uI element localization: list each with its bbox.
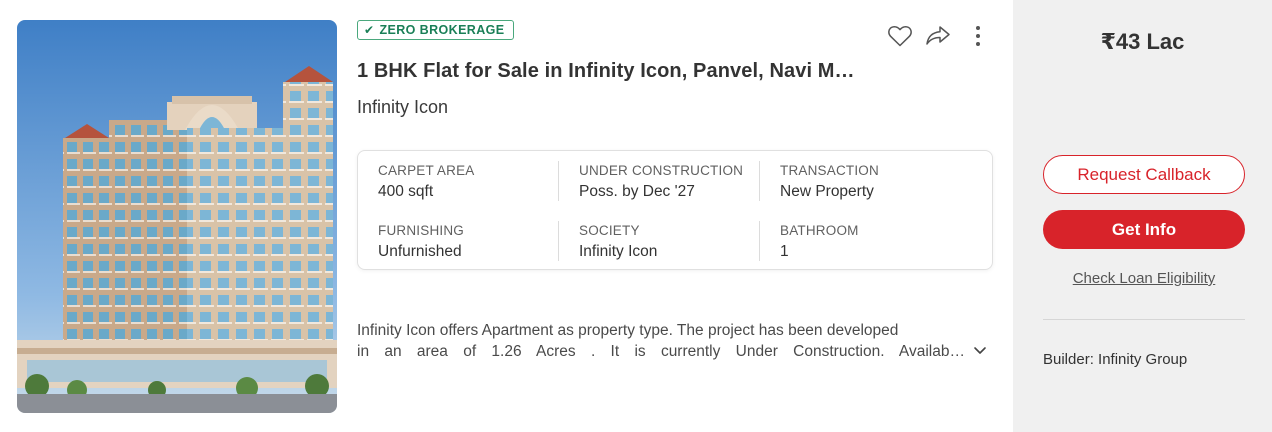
building-illustration	[17, 20, 337, 413]
property-card[interactable]: ✔ ZERO BROKERAGE 1 BHK Flat for Sale in …	[0, 0, 1272, 432]
check-icon: ✔	[364, 23, 375, 37]
panel-divider	[1043, 319, 1245, 320]
property-photo[interactable]	[17, 20, 337, 413]
property-summary: CARPET AREA 400 sqft UNDER CONSTRUCTION …	[357, 150, 993, 270]
get-info-button[interactable]: Get Info	[1043, 210, 1245, 249]
summary-cell-society: SOCIETY Infinity Icon	[579, 223, 779, 261]
summary-divider	[558, 161, 559, 201]
listing-price: ₹43 Lac	[1100, 29, 1185, 54]
expand-chevron-icon[interactable]	[972, 344, 988, 358]
summary-value: Unfurnished	[378, 243, 462, 260]
share-icon[interactable]	[924, 22, 952, 50]
summary-value: 400 sqft	[378, 183, 434, 200]
price-panel: ₹43 Lac Request Callback Get Info Check …	[1013, 0, 1272, 432]
zero-brokerage-badge: ✔ ZERO BROKERAGE	[357, 20, 514, 40]
summary-cell-carpet-area: CARPET AREA 400 sqft	[378, 163, 578, 201]
summary-value: Infinity Icon	[579, 243, 658, 260]
summary-cell-construction: UNDER CONSTRUCTION Poss. by Dec '27	[579, 163, 779, 201]
listing-description: Infinity Icon offers Apartment as proper…	[357, 320, 965, 362]
summary-divider	[759, 221, 760, 261]
summary-divider	[558, 221, 559, 261]
listing-title[interactable]: 1 BHK Flat for Sale in Infinity Icon, Pa…	[357, 60, 855, 83]
builder-name: Builder: Infinity Group	[1043, 351, 1188, 368]
society-name[interactable]: Infinity Icon	[357, 97, 448, 118]
summary-value: Poss. by Dec '27	[579, 183, 695, 200]
more-options-icon[interactable]	[964, 22, 992, 50]
check-loan-eligibility-link[interactable]: Check Loan Eligibility	[1013, 270, 1272, 287]
request-callback-button[interactable]: Request Callback	[1043, 155, 1245, 194]
summary-cell-transaction: TRANSACTION New Property	[780, 163, 980, 201]
summary-divider	[759, 161, 760, 201]
badge-label: ZERO BROKERAGE	[379, 23, 505, 37]
summary-label: FURNISHING	[378, 223, 464, 238]
summary-label: BATHROOM	[780, 223, 859, 238]
summary-label: SOCIETY	[579, 223, 640, 238]
summary-cell-furnishing: FURNISHING Unfurnished	[378, 223, 578, 261]
card-actions	[886, 22, 992, 50]
summary-value: 1	[780, 243, 789, 260]
summary-label: CARPET AREA	[378, 163, 475, 178]
description-line: Infinity Icon offers Apartment as proper…	[357, 322, 899, 339]
description-line: in an area of 1.26 Acres . It is current…	[357, 343, 965, 360]
summary-label: UNDER CONSTRUCTION	[579, 163, 744, 178]
summary-value: New Property	[780, 183, 874, 200]
favorite-icon[interactable]	[886, 22, 914, 50]
summary-cell-bathroom: BATHROOM 1	[780, 223, 980, 261]
summary-label: TRANSACTION	[780, 163, 879, 178]
